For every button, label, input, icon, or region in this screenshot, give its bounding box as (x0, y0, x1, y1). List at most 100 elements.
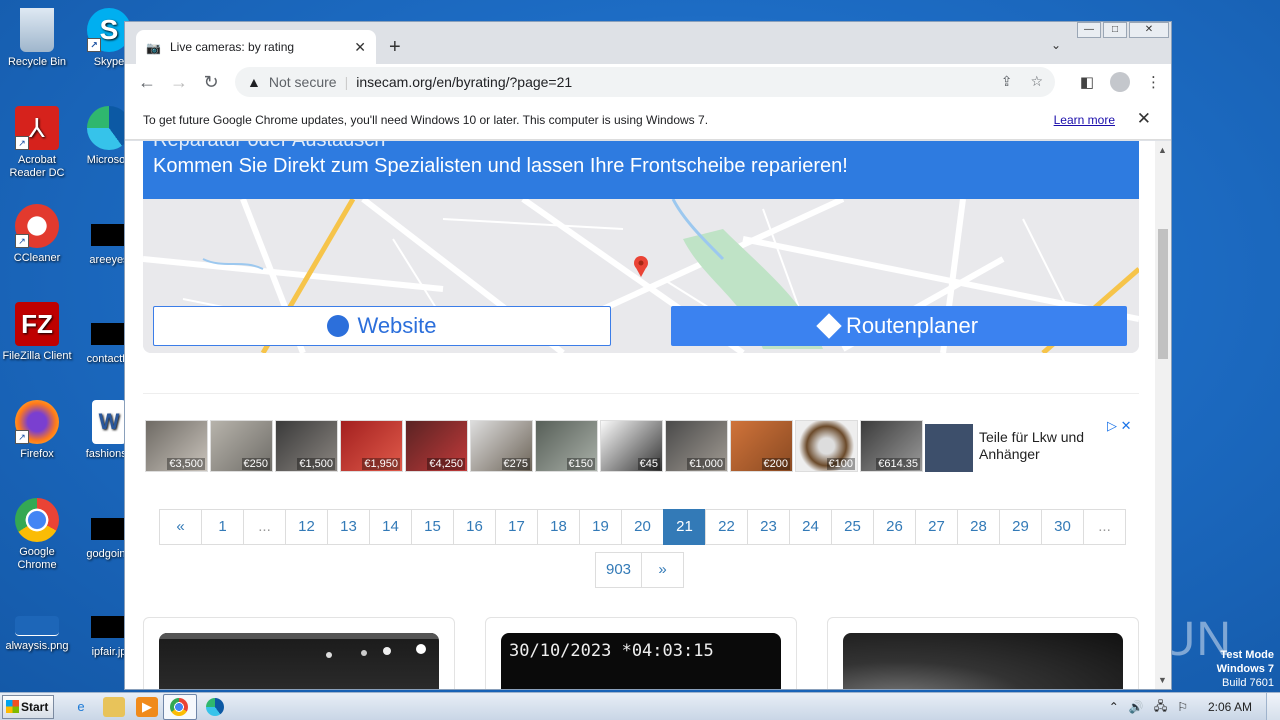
camera-thumbnail[interactable] (159, 633, 439, 689)
page-link[interactable]: 12 (285, 509, 328, 545)
product-tile[interactable]: €200 (730, 420, 793, 472)
media-player-icon[interactable]: ▶ (136, 697, 158, 717)
product-tile[interactable]: €4,250 (405, 420, 468, 472)
page-link[interactable]: 1 (201, 509, 244, 545)
action-center-flag-icon[interactable]: ⚐ (1177, 700, 1188, 714)
tray-expand-icon[interactable]: ⌃ (1109, 700, 1119, 714)
desktop-icon-filezilla[interactable]: FZ FileZilla Client (0, 302, 74, 363)
product-price: €150 (566, 458, 595, 470)
ie-icon[interactable]: e (70, 697, 92, 717)
desktop-icon-ccleaner[interactable]: ↗ CCleaner (0, 204, 74, 265)
toolbar-right: ◧ ⋮ (1080, 72, 1161, 92)
product-ad-text[interactable]: Teile für Lkw und Anhänger (979, 429, 1099, 463)
page-link[interactable]: 27 (915, 509, 958, 545)
page-link[interactable]: 18 (537, 509, 580, 545)
taskbar: Start e ▶ ⌃ 🔊 🖧 ⚐ 2:06 AM (0, 692, 1280, 720)
network-icon[interactable]: 🖧 (1154, 697, 1167, 718)
ccleaner-icon: ↗ (15, 204, 59, 248)
product-tile[interactable]: €250 (210, 420, 273, 472)
camera-card[interactable] (143, 617, 455, 689)
new-tab-button[interactable]: + (389, 36, 401, 59)
reload-icon[interactable]: ↻ (195, 72, 227, 93)
product-tile[interactable]: €1,950 (340, 420, 403, 472)
security-label[interactable]: Not secure (269, 74, 337, 90)
advertiser-logo[interactable] (925, 424, 973, 472)
warning-triangle-icon[interactable]: ▲ (247, 74, 261, 90)
page-link[interactable]: 24 (789, 509, 832, 545)
back-arrow-icon[interactable]: ← (131, 72, 163, 93)
page-first[interactable]: « (159, 509, 202, 545)
desktop-icon-alwaysis[interactable]: alwaysis.png (0, 616, 74, 653)
page-link[interactable]: 19 (579, 509, 622, 545)
page-last[interactable]: 903 (595, 552, 643, 588)
page-link[interactable]: 17 (495, 509, 538, 545)
camera-card[interactable]: 30/10/2023 *04:03:15 (485, 617, 797, 689)
product-tile[interactable]: €150 (535, 420, 598, 472)
desktop-icon-recycle-bin[interactable]: Recycle Bin (0, 8, 74, 69)
page-link[interactable]: 16 (453, 509, 496, 545)
page-link[interactable]: 26 (873, 509, 916, 545)
minimize-button[interactable]: — (1077, 22, 1101, 38)
page-scrollbar[interactable]: ▲ ▼ (1155, 141, 1171, 689)
page-next[interactable]: » (641, 552, 685, 588)
scrollbar-thumb[interactable] (1158, 229, 1168, 359)
infobar-close-icon[interactable]: ✕ (1137, 109, 1151, 129)
page-link[interactable]: 22 (705, 509, 748, 545)
address-bar[interactable]: ▲ Not secure | insecam.org/en/byrating/?… (235, 67, 1055, 97)
product-tile[interactable]: €1,000 (665, 420, 728, 472)
page-link[interactable]: 14 (369, 509, 412, 545)
product-tile[interactable]: €3,500 (145, 420, 208, 472)
website-button[interactable]: Website (153, 306, 611, 346)
learn-more-link[interactable]: Learn more (1054, 113, 1115, 127)
desktop-icon-acrobat[interactable]: ⅄ ↗ Acrobat Reader DC (0, 106, 74, 180)
route-planner-button[interactable]: Routenplaner (671, 306, 1127, 346)
desktop-icon-firefox[interactable]: ↗ Firefox (0, 400, 74, 461)
start-button[interactable]: Start (2, 695, 54, 719)
profile-avatar-icon[interactable] (1110, 72, 1130, 92)
browser-tab[interactable]: 📷 Live cameras: by rating ✕ (136, 30, 376, 64)
camera-card[interactable] (827, 617, 1139, 689)
product-tile[interactable]: €1,500 (275, 420, 338, 472)
page-link[interactable]: 30 (1041, 509, 1084, 545)
page-link[interactable]: 13 (327, 509, 370, 545)
kebab-menu-icon[interactable]: ⋮ (1146, 73, 1161, 91)
tab-close-icon[interactable]: ✕ (354, 39, 366, 56)
chrome-taskbar-icon[interactable] (170, 698, 188, 716)
forward-arrow-icon[interactable]: → (163, 72, 195, 93)
close-window-button[interactable]: ✕ (1129, 22, 1169, 38)
camera-thumbnail[interactable]: 30/10/2023 *04:03:15 (501, 633, 781, 689)
product-tile[interactable]: €614.35 (860, 420, 923, 472)
page-link[interactable]: 25 (831, 509, 874, 545)
product-tile[interactable]: €100 (795, 420, 858, 472)
map-ad[interactable]: Reparatur oder Austausch Kommen Sie Dire… (143, 141, 1139, 353)
omnibox-actions: ⇪ ☆ (1001, 73, 1043, 90)
product-price: €1,500 (297, 458, 335, 470)
page-link[interactable]: 20 (621, 509, 664, 545)
page-link[interactable]: 23 (747, 509, 790, 545)
show-desktop-button[interactable] (1266, 693, 1280, 720)
adchoices-icon[interactable]: ▷ ✕ (1107, 418, 1132, 434)
url-text[interactable]: insecam.org/en/byrating/?page=21 (356, 74, 572, 90)
window-controls: — □ ✕ (1077, 22, 1169, 38)
explorer-folder-icon[interactable] (103, 697, 125, 717)
camera-thumbnail[interactable] (843, 633, 1123, 689)
page-link[interactable]: 29 (999, 509, 1042, 545)
tab-search-chevron-icon[interactable]: ⌄ (1051, 38, 1061, 52)
page-link[interactable]: 28 (957, 509, 1000, 545)
page-current[interactable]: 21 (663, 509, 706, 545)
page-link[interactable]: 15 (411, 509, 454, 545)
bookmark-star-icon[interactable]: ☆ (1030, 73, 1043, 90)
product-tile[interactable]: €275 (470, 420, 533, 472)
maximize-button[interactable]: □ (1103, 22, 1127, 38)
side-panel-icon[interactable]: ◧ (1080, 73, 1094, 91)
volume-icon[interactable]: 🔊 (1129, 700, 1144, 714)
product-tile[interactable]: €45 (600, 420, 663, 472)
share-icon[interactable]: ⇪ (1001, 73, 1013, 90)
clock[interactable]: 2:06 AM (1208, 700, 1252, 714)
desktop-icon-chrome[interactable]: Google Chrome (0, 498, 74, 572)
ad-banner[interactable]: Reparatur oder Austausch Kommen Sie Dire… (143, 141, 1139, 199)
edge-taskbar-icon[interactable] (206, 698, 224, 716)
scroll-down-icon[interactable]: ▼ (1158, 675, 1167, 685)
product-ad-strip[interactable]: €3,500 €250 €1,500 €1,950 €4,250 €275 €1… (145, 420, 923, 472)
scroll-up-icon[interactable]: ▲ (1158, 145, 1167, 155)
